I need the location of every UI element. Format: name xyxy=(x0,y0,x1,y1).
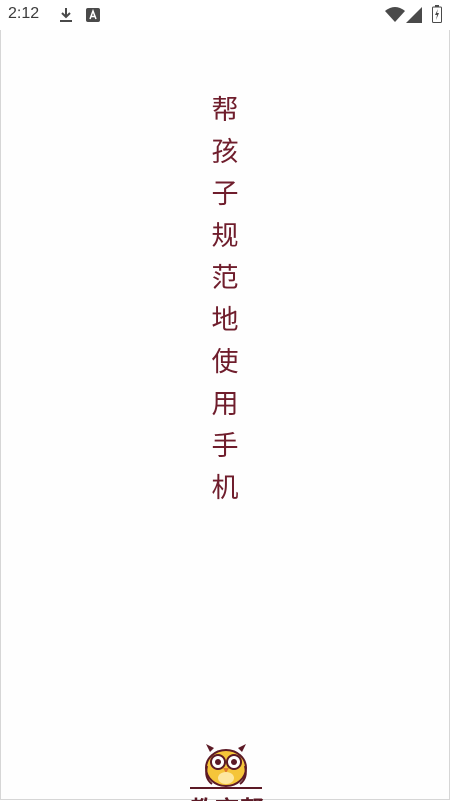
slogan-char: 手 xyxy=(211,431,239,462)
wifi-icon xyxy=(385,6,405,26)
slogan-char: 规 xyxy=(211,221,239,252)
accessibility-a-icon xyxy=(86,7,100,26)
slogan-vertical-text: 帮 孩 子 规 范 地 使 用 手 机 xyxy=(200,90,250,510)
slogan-char: 范 xyxy=(211,263,239,294)
status-bar: 2:12 xyxy=(0,0,450,30)
slogan-char: 机 xyxy=(211,473,239,504)
slogan-char: 用 xyxy=(211,389,239,420)
battery-charging-icon xyxy=(432,5,442,27)
slogan-char: 使 xyxy=(211,347,239,378)
signal-icon xyxy=(406,7,422,27)
slogan-char: 子 xyxy=(211,179,239,210)
app-logo: 教育帮 xyxy=(186,738,266,801)
status-time: 2:12 xyxy=(8,5,40,22)
slogan-char: 帮 xyxy=(211,95,239,126)
download-icon xyxy=(58,7,74,27)
slogan-char: 地 xyxy=(211,305,239,336)
slogan-char: 孩 xyxy=(211,137,239,168)
owl-icon xyxy=(190,744,262,789)
logo-text: 教育帮 xyxy=(190,790,265,801)
